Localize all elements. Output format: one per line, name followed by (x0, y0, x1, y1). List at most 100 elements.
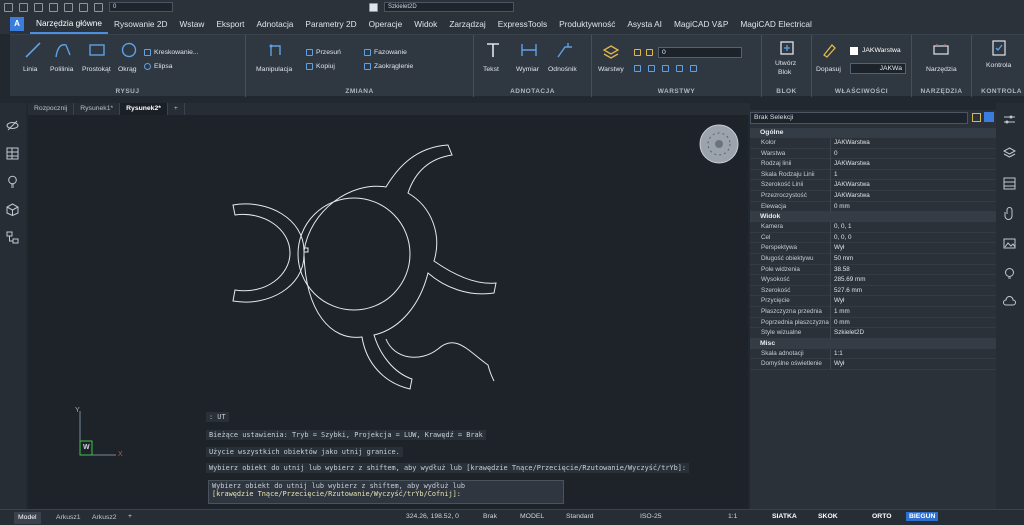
property-row[interactable]: Pole widzenia 38.58 (750, 264, 996, 276)
scale-select[interactable]: 1:1 (728, 513, 737, 520)
layout-tab-arkusz2[interactable]: Arkusz2 (88, 512, 121, 524)
light-icon[interactable] (1003, 267, 1016, 280)
standard-select[interactable]: Standard (566, 513, 594, 520)
skok-toggle[interactable]: SKOK (818, 513, 838, 520)
cloud-icon[interactable] (1003, 295, 1016, 308)
undo-icon[interactable] (79, 2, 88, 12)
utworz-label[interactable]: Utwórz (775, 60, 796, 67)
property-value[interactable]: Szkielet2D (834, 328, 864, 339)
tab-adnotacja[interactable]: Adnotacja (251, 14, 300, 34)
add-layout-icon[interactable]: + (128, 513, 132, 520)
manipulacja-button[interactable]: Manipulacja (256, 66, 292, 73)
doc-tab-rozpocznij[interactable]: Rozpocznij (28, 103, 75, 115)
layer-state-icon[interactable] (634, 49, 641, 56)
layer-tool-2-icon[interactable] (648, 65, 655, 72)
layer-freeze-icon[interactable] (646, 49, 653, 56)
property-row[interactable]: Skala adnotacji 1:1 (750, 348, 996, 360)
property-value[interactable]: 1 (834, 170, 838, 181)
property-value[interactable]: 1 mm (834, 307, 850, 318)
section-2[interactable]: Misc (750, 338, 996, 349)
property-row[interactable]: Style wizualne Szkielet2D (750, 328, 996, 339)
structure-icon[interactable] (6, 231, 19, 244)
property-value[interactable]: 527.6 mm (834, 286, 862, 297)
property-value[interactable]: 0, 0, 0 (834, 233, 852, 244)
quick-select-icon[interactable] (972, 113, 981, 122)
property-value[interactable]: 50 mm (834, 254, 853, 265)
attachment-icon[interactable] (1003, 207, 1016, 220)
odnosnik-button[interactable]: Odnośnik (548, 66, 577, 73)
przesun-button[interactable]: Przesuń (306, 49, 341, 56)
property-row[interactable]: Kolor JAKWarstwa (750, 138, 996, 149)
property-row[interactable]: Skala Rodzaju Linii 1 (750, 169, 996, 181)
property-value[interactable]: 285.69 mm (834, 275, 866, 286)
tab-widok[interactable]: Widok (408, 14, 443, 34)
section-1[interactable]: Widok (750, 212, 996, 223)
sliders-icon[interactable] (1003, 113, 1016, 126)
tab-produktywnosc[interactable]: Produktywność (553, 14, 621, 34)
property-value[interactable]: 38.58 (834, 265, 850, 276)
color-swatch-icon[interactable] (369, 2, 378, 12)
new-file-icon[interactable] (4, 2, 13, 12)
siatka-toggle[interactable]: SIATKA (772, 513, 797, 520)
linetype-select[interactable]: JAKWa (850, 63, 906, 74)
layout-tab-arkusz1[interactable]: Arkusz1 (52, 512, 85, 524)
kopiuj-button[interactable]: Kopiuj (306, 63, 335, 70)
blok-label[interactable]: Blok (778, 69, 791, 76)
kontrola-button[interactable]: Kontrola (986, 62, 1011, 69)
wymiar-button[interactable]: Wymiar (516, 66, 539, 73)
orto-toggle[interactable]: ORTO (872, 513, 892, 520)
property-row[interactable]: Szerokość Linii JAKWarstwa (750, 180, 996, 191)
image-icon[interactable] (1003, 237, 1016, 250)
polilinia-button[interactable]: Polilinia (50, 66, 73, 73)
property-value[interactable]: JAKWarstwa (834, 159, 870, 170)
property-row[interactable]: Kamera 0, 0, 1 (750, 222, 996, 233)
property-row[interactable]: Domyślne oświetlenie Wył (750, 359, 996, 370)
new-tab-button[interactable]: + (168, 103, 185, 115)
layer-tool-3-icon[interactable] (662, 65, 669, 72)
prostokat-button[interactable]: Prostokąt (82, 66, 111, 73)
save-icon[interactable] (34, 2, 43, 12)
property-value[interactable]: JAKWarstwa (834, 180, 870, 191)
narzedzia-button[interactable]: Narzędzia (926, 66, 957, 73)
property-value[interactable]: JAKWarstwa (834, 138, 870, 149)
property-value[interactable]: Wył (834, 296, 844, 307)
property-row[interactable]: Długość obiektywu 50 mm (750, 254, 996, 265)
palette-icon[interactable] (1003, 177, 1016, 190)
property-row[interactable]: Wysokość 285.69 mm (750, 275, 996, 286)
biegun-toggle[interactable]: BIEGUN (906, 512, 939, 521)
layer-tool-5-icon[interactable] (690, 65, 697, 72)
tab-expresstools[interactable]: ExpressTools (492, 14, 553, 34)
warstwy-button[interactable]: Warstwy (598, 66, 624, 73)
tab-magicad-vp[interactable]: MagiCAD V&P (668, 14, 734, 34)
doc-tab-rysunek2[interactable]: Rysunek2* (120, 103, 168, 115)
fazowanie-button[interactable]: Fazowanie (364, 49, 407, 56)
color-value[interactable]: JAKWarstwa (862, 47, 901, 54)
quick-layer-select[interactable]: 0 (109, 2, 173, 12)
property-value[interactable]: 0, 0, 1 (834, 222, 852, 233)
app-menu-button[interactable]: A (10, 17, 24, 31)
tab-operacje[interactable]: Operacje (363, 14, 409, 34)
okrag-button[interactable]: Okrąg (118, 66, 137, 73)
doc-tab-rysunek1[interactable]: Rysunek1* (74, 103, 121, 115)
iso-select[interactable]: ISO-25 (640, 513, 662, 520)
visibility-icon[interactable] (6, 119, 19, 132)
3d-box-icon[interactable] (6, 203, 19, 216)
lightbulb-icon[interactable] (6, 175, 19, 188)
property-row[interactable]: Rodzaj linii JAKWarstwa (750, 159, 996, 170)
layer-tool-4-icon[interactable] (676, 65, 683, 72)
kreskowanie-button[interactable]: Kreskowanie... (144, 49, 199, 56)
section-0[interactable]: Ogólne (750, 128, 996, 138)
property-value[interactable]: 0 mm (834, 318, 850, 329)
property-value[interactable]: Wył (834, 243, 844, 254)
property-value[interactable]: 0 mm (834, 202, 850, 213)
workspace-select[interactable]: Szkielet2D (384, 2, 514, 12)
property-row[interactable]: Warstwa 0 (750, 148, 996, 160)
command-input[interactable]: Wybierz obiekt do utnij lub wybierz z sh… (208, 480, 564, 504)
tab-narzedzia-glowne[interactable]: Narzędzia główne (30, 14, 108, 34)
tekst-button[interactable]: Tekst (483, 66, 499, 73)
brak-toggle[interactable]: Brak (483, 513, 497, 520)
tab-zarzadzaj[interactable]: Zarządzaj (443, 14, 491, 34)
property-value[interactable]: JAKWarstwa (834, 191, 870, 202)
tab-rysowanie-2d[interactable]: Rysowanie 2D (108, 14, 174, 34)
property-value[interactable]: 1:1 (834, 349, 843, 360)
